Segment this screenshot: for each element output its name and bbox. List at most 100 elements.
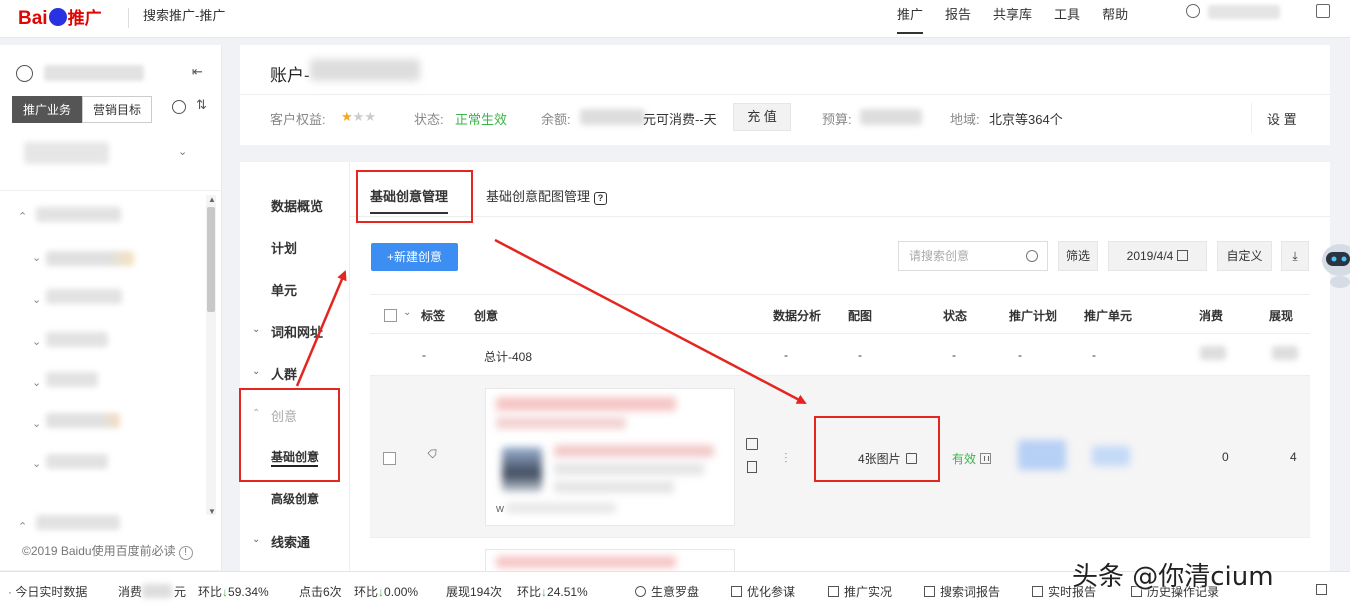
filter-button[interactable]: 筛选 — [1058, 241, 1098, 271]
link-optimization-advisor[interactable]: 优化参谋 — [731, 583, 795, 600]
external-link-icon[interactable] — [1316, 4, 1330, 18]
collapse-sidebar-icon[interactable]: ⇤ — [192, 64, 203, 80]
monitor-icon[interactable] — [828, 586, 839, 597]
link-label[interactable]: 搜索词报告 — [940, 585, 1000, 599]
report-icon[interactable] — [924, 586, 935, 597]
sidebar-footer[interactable]: ©2019 Baidu使用百度前必读! — [22, 542, 193, 560]
chevron-down-icon[interactable]: ⌄ — [178, 145, 187, 158]
nav-tuiguang[interactable]: 推广 — [897, 4, 924, 34]
tree-unit-redacted[interactable] — [46, 332, 108, 347]
chevron-down-icon[interactable]: ⌄ — [252, 534, 260, 545]
tab-marketing-goal[interactable]: 营销目标 — [82, 96, 153, 123]
spend-ratio: 环比↓59.34% — [198, 583, 269, 600]
expand-icon[interactable] — [1316, 583, 1332, 597]
sidebar-scroll-thumb[interactable] — [207, 207, 215, 312]
subnav-keywords[interactable]: 词和网址 — [271, 322, 323, 341]
tree-chevron-icon[interactable]: ⌄ — [32, 293, 41, 306]
subnav-plan[interactable]: 计划 — [271, 238, 297, 257]
next-creative-card[interactable] — [485, 549, 735, 572]
user-icon[interactable] — [1186, 4, 1200, 18]
user-name-redacted[interactable] — [1208, 5, 1280, 19]
plan-name-redacted[interactable] — [1018, 440, 1066, 470]
region-value[interactable]: 北京等364个 — [989, 109, 1063, 128]
row-checkbox[interactable] — [383, 452, 396, 465]
link-label[interactable]: 推广实况 — [844, 585, 892, 599]
sort-icon[interactable]: ⇅ — [196, 97, 207, 113]
assistant-robot-icon[interactable] — [1318, 238, 1350, 290]
select-chevron-icon[interactable]: ⌄ — [403, 307, 411, 318]
tab-label[interactable]: 基础创意配图管理 — [486, 189, 590, 204]
table-header: ⌄ 标签 创意 数据分析 配图 状态 推广计划 推广单元 消费 展现 — [370, 294, 1310, 334]
tree-unit-redacted[interactable] — [46, 289, 122, 304]
select-all-checkbox[interactable] — [384, 309, 397, 322]
subnav-advanced-creative[interactable]: 高级创意 — [271, 490, 319, 507]
charge-button[interactable]: 充 值 — [733, 103, 791, 131]
total-creative: 总计-408 — [484, 350, 533, 364]
tree-unit-redacted[interactable] — [46, 372, 98, 387]
tree-expand-icon[interactable]: ⌃ — [18, 520, 27, 533]
account-select-redacted[interactable] — [24, 142, 109, 164]
tab-promotion-business[interactable]: 推广业务 — [12, 96, 83, 123]
status-value[interactable]: 有效 — [952, 450, 992, 467]
tree-chevron-icon[interactable]: ⌄ — [32, 251, 41, 264]
link-label[interactable]: 优化参谋 — [747, 585, 795, 599]
chevron-down-icon[interactable]: ⌄ — [252, 366, 260, 377]
chevron-down-icon[interactable]: ⌄ — [252, 324, 260, 335]
search-icon[interactable] — [1026, 250, 1038, 262]
tree-expand-icon[interactable]: ⌃ — [18, 210, 27, 223]
analysis-chart-icon[interactable]: ⫶ — [784, 450, 788, 467]
tree-plan-redacted[interactable] — [36, 207, 121, 222]
search-icon[interactable] — [172, 100, 186, 114]
subnav-leads[interactable]: 线索通 — [271, 532, 310, 551]
expand-box-icon[interactable] — [1316, 584, 1327, 595]
link-live-promotion[interactable]: 推广实况 — [828, 583, 892, 600]
watermark-text: 头条 @你清cium — [1072, 562, 1274, 592]
subnav-unit[interactable]: 单元 — [271, 280, 297, 299]
tree-chevron-icon[interactable]: ⌄ — [32, 457, 41, 470]
nav-tools[interactable]: 工具 — [1054, 4, 1080, 34]
nav-help[interactable]: 帮助 — [1102, 4, 1128, 34]
unit-name-redacted[interactable] — [1092, 446, 1130, 466]
download-icon[interactable]: ⤓ — [1281, 241, 1309, 271]
avatar-icon — [16, 65, 33, 82]
scroll-up-icon[interactable]: ▲ — [208, 195, 216, 204]
settings-button[interactable]: 设 置 — [1267, 109, 1297, 128]
tree-unit-redacted[interactable] — [46, 413, 120, 428]
tree-unit-redacted[interactable] — [46, 454, 108, 469]
pause-icon[interactable] — [980, 453, 992, 464]
tree-chevron-icon[interactable]: ⌄ — [32, 417, 41, 430]
tree-chevron-icon[interactable]: ⌄ — [32, 335, 41, 348]
tree-plan-redacted[interactable] — [36, 515, 120, 530]
tree-chevron-icon[interactable]: ⌄ — [32, 376, 41, 389]
footer-text[interactable]: ©2019 Baidu使用百度前必读 — [22, 544, 176, 558]
tab-basic-creative-image-manage[interactable]: 基础创意配图管理? — [486, 186, 608, 214]
advisor-icon[interactable] — [731, 586, 742, 597]
subnav-overview[interactable]: 数据概览 — [271, 196, 323, 215]
creative-title-redacted — [496, 417, 626, 429]
new-creative-button[interactable]: +新建创意 — [371, 243, 458, 271]
nav-report[interactable]: 报告 — [945, 4, 971, 34]
realtime-report-icon[interactable] — [1032, 586, 1043, 597]
date-picker[interactable]: 2019/4/4 — [1108, 241, 1207, 271]
baidu-logo[interactable]: Bai 推广 — [18, 4, 102, 30]
copy-icon[interactable] — [747, 461, 757, 473]
tag-icon[interactable]: ⌂ — [423, 443, 443, 463]
help-icon[interactable]: ? — [594, 192, 608, 205]
subnav-audience[interactable]: 人群 — [271, 364, 297, 383]
calendar-icon[interactable] — [1177, 250, 1189, 261]
scroll-down-icon[interactable]: ▼ — [208, 507, 216, 516]
tree-unit-redacted[interactable] — [46, 251, 134, 266]
search-input[interactable]: 请搜索创意 — [898, 241, 1048, 271]
info-icon[interactable]: ! — [178, 546, 193, 560]
link-label[interactable]: 生意罗盘 — [651, 585, 699, 599]
creative-preview-card[interactable]: w — [485, 388, 735, 526]
link-business-compass[interactable]: 生意罗盘 — [635, 583, 699, 600]
customize-button[interactable]: 自定义 — [1217, 241, 1272, 271]
link-search-term-report[interactable]: 搜索词报告 — [924, 583, 1000, 600]
account-divider — [240, 94, 1330, 95]
compass-icon[interactable] — [635, 586, 646, 597]
budget-redacted[interactable] — [860, 109, 922, 125]
date-value[interactable]: 2019/4/4 — [1127, 249, 1174, 263]
edit-icon[interactable] — [746, 438, 758, 450]
nav-shared-library[interactable]: 共享库 — [993, 4, 1032, 34]
